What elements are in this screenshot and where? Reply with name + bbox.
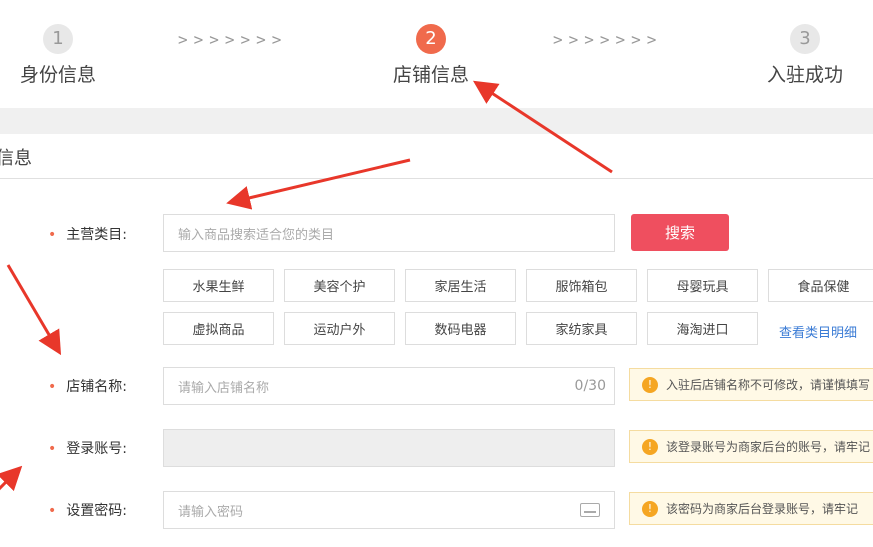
char-counter: 0/30 xyxy=(574,378,606,394)
category-button[interactable]: 海淘进口 xyxy=(647,312,758,345)
annotation-arrow xyxy=(0,465,23,492)
section-band xyxy=(0,108,873,134)
tip-text: 入驻后店铺名称不可修改，请谨慎填写 xyxy=(666,378,871,392)
section-title: 信息 xyxy=(0,148,32,169)
step-identity: 1 身份信息 xyxy=(0,24,123,87)
step-number: 1 xyxy=(43,24,73,54)
annotation-arrow xyxy=(6,264,62,356)
category-button[interactable]: 家居生活 xyxy=(405,269,516,302)
shop-name-label-text: 店铺名称: xyxy=(66,379,127,395)
required-star: • xyxy=(48,227,57,243)
password-placeholder: 请输入密码 xyxy=(178,504,244,520)
step-shop-info: 2 店铺信息 xyxy=(366,24,496,87)
category-button[interactable]: 水果生鲜 xyxy=(163,269,274,302)
step-progress-bar: 1 身份信息 >>>>>>> 2 店铺信息 >>>>>>> 3 入驻成功 xyxy=(0,0,873,110)
shop-name-input[interactable]: 请输入店铺名称 0/30 xyxy=(163,367,615,405)
step-number: 3 xyxy=(790,24,820,54)
category-button[interactable]: 食品保健 xyxy=(768,269,873,302)
category-button[interactable]: 虚拟商品 xyxy=(163,312,274,345)
step-label: 入驻成功 xyxy=(766,64,843,86)
password-tip: ! 该密码为商家后台登录账号，请牢记 xyxy=(629,492,873,525)
category-search-input[interactable]: 输入商品搜索适合您的类目 xyxy=(163,214,615,252)
tip-text: 该密码为商家后台登录账号，请牢记 xyxy=(666,502,859,516)
exclamation-circle-icon: ! xyxy=(642,500,658,517)
login-account-label: • 登录账号: xyxy=(48,438,127,458)
step-label: 身份信息 xyxy=(19,64,96,86)
password-label: • 设置密码: xyxy=(48,500,127,520)
main-category-label: • 主营类目: xyxy=(48,224,127,244)
exclamation-circle-icon: ! xyxy=(642,376,658,393)
step-separator: >>>>>>> xyxy=(553,30,663,49)
keyboard-icon[interactable] xyxy=(580,503,600,517)
category-button[interactable]: 母婴玩具 xyxy=(647,269,758,302)
category-button[interactable]: 服饰箱包 xyxy=(526,269,637,302)
shop-name-label: • 店铺名称: xyxy=(48,376,127,396)
divider xyxy=(0,178,873,179)
step-separator: >>>>>>> xyxy=(178,30,288,49)
step-label: 店铺信息 xyxy=(392,64,469,86)
category-button[interactable]: 美容个护 xyxy=(284,269,395,302)
login-account-label-text: 登录账号: xyxy=(66,441,127,457)
search-button[interactable]: 搜索 xyxy=(631,214,729,251)
required-star: • xyxy=(48,441,57,457)
main-category-label-text: 主营类目: xyxy=(66,227,127,243)
category-button[interactable]: 运动户外 xyxy=(284,312,395,345)
tip-text: 该登录账号为商家后台的账号，请牢记 xyxy=(666,440,871,454)
annotation-arrow xyxy=(226,158,411,210)
view-category-details-link[interactable]: 查看类目明细 xyxy=(779,322,857,341)
category-button[interactable]: 家纺家具 xyxy=(526,312,637,345)
step-success: 3 入驻成功 xyxy=(740,24,870,87)
password-label-text: 设置密码: xyxy=(66,503,127,519)
category-button[interactable]: 数码电器 xyxy=(405,312,516,345)
required-star: • xyxy=(48,503,57,519)
login-account-field xyxy=(163,429,615,467)
password-input[interactable]: 请输入密码 xyxy=(163,491,615,529)
required-star: • xyxy=(48,379,57,395)
login-account-tip: ! 该登录账号为商家后台的账号，请牢记 xyxy=(629,430,873,463)
shop-name-placeholder: 请输入店铺名称 xyxy=(178,380,270,396)
step-number: 2 xyxy=(416,24,446,54)
shop-name-tip: ! 入驻后店铺名称不可修改，请谨慎填写 xyxy=(629,368,873,401)
exclamation-circle-icon: ! xyxy=(642,438,658,455)
